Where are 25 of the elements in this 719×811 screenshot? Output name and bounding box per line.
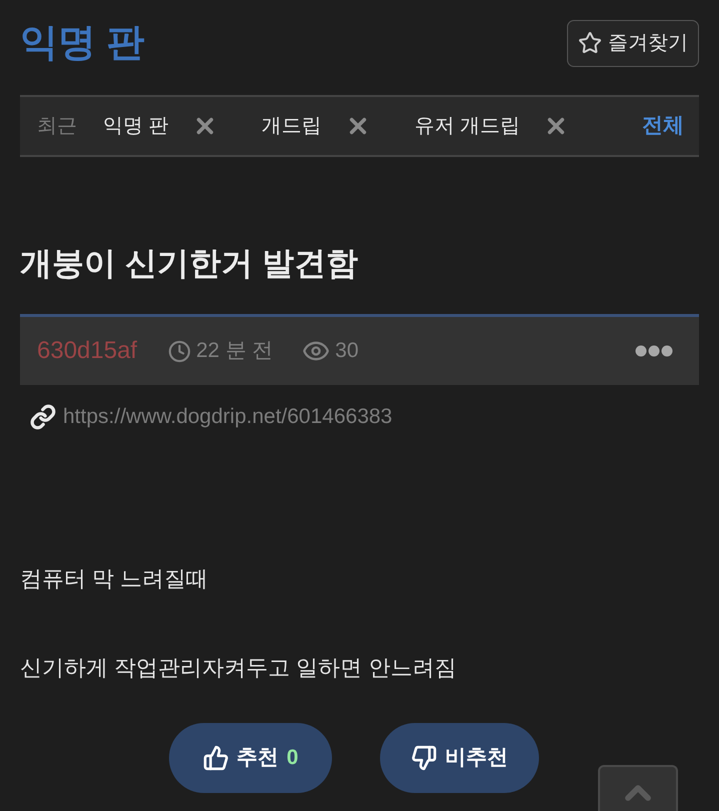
view-count: 30 <box>335 338 358 364</box>
link-icon <box>30 404 56 430</box>
thumbs-down-icon <box>411 745 437 771</box>
recent-board-link[interactable]: 개드립 <box>262 111 322 141</box>
recent-board-link[interactable]: 익명 판 <box>103 111 169 141</box>
post-url[interactable]: https://www.dogdrip.net/601466383 <box>63 401 392 433</box>
downvote-button[interactable]: 비추천 <box>380 723 539 793</box>
star-icon <box>578 31 602 55</box>
upvote-count: 0 <box>286 745 298 772</box>
all-link[interactable]: 전체 <box>642 110 684 142</box>
post-time: 22 분 전 <box>196 338 274 364</box>
body-paragraph: 컴퓨터 막 느려질때 <box>20 565 208 593</box>
board-title[interactable]: 익명 판 <box>20 19 145 67</box>
body-paragraph: 신기하게 작업관리자켜두고 일하면 안느려짐 <box>20 654 456 682</box>
close-icon[interactable] <box>196 117 214 135</box>
recent-label: 최근 <box>37 114 77 139</box>
close-icon[interactable] <box>348 117 367 135</box>
bookmark-button[interactable]: 즐겨찾기 <box>567 20 699 66</box>
upvote-button[interactable]: 추천 0 <box>169 723 332 793</box>
close-icon[interactable] <box>547 117 566 135</box>
thumbs-up-icon <box>202 745 229 771</box>
clock-icon <box>168 340 192 362</box>
post-title: 개붕이 신기한거 발견함 <box>20 244 358 283</box>
recent-board-link[interactable]: 유저 개드립 <box>414 111 520 141</box>
more-icon[interactable] <box>635 345 673 357</box>
